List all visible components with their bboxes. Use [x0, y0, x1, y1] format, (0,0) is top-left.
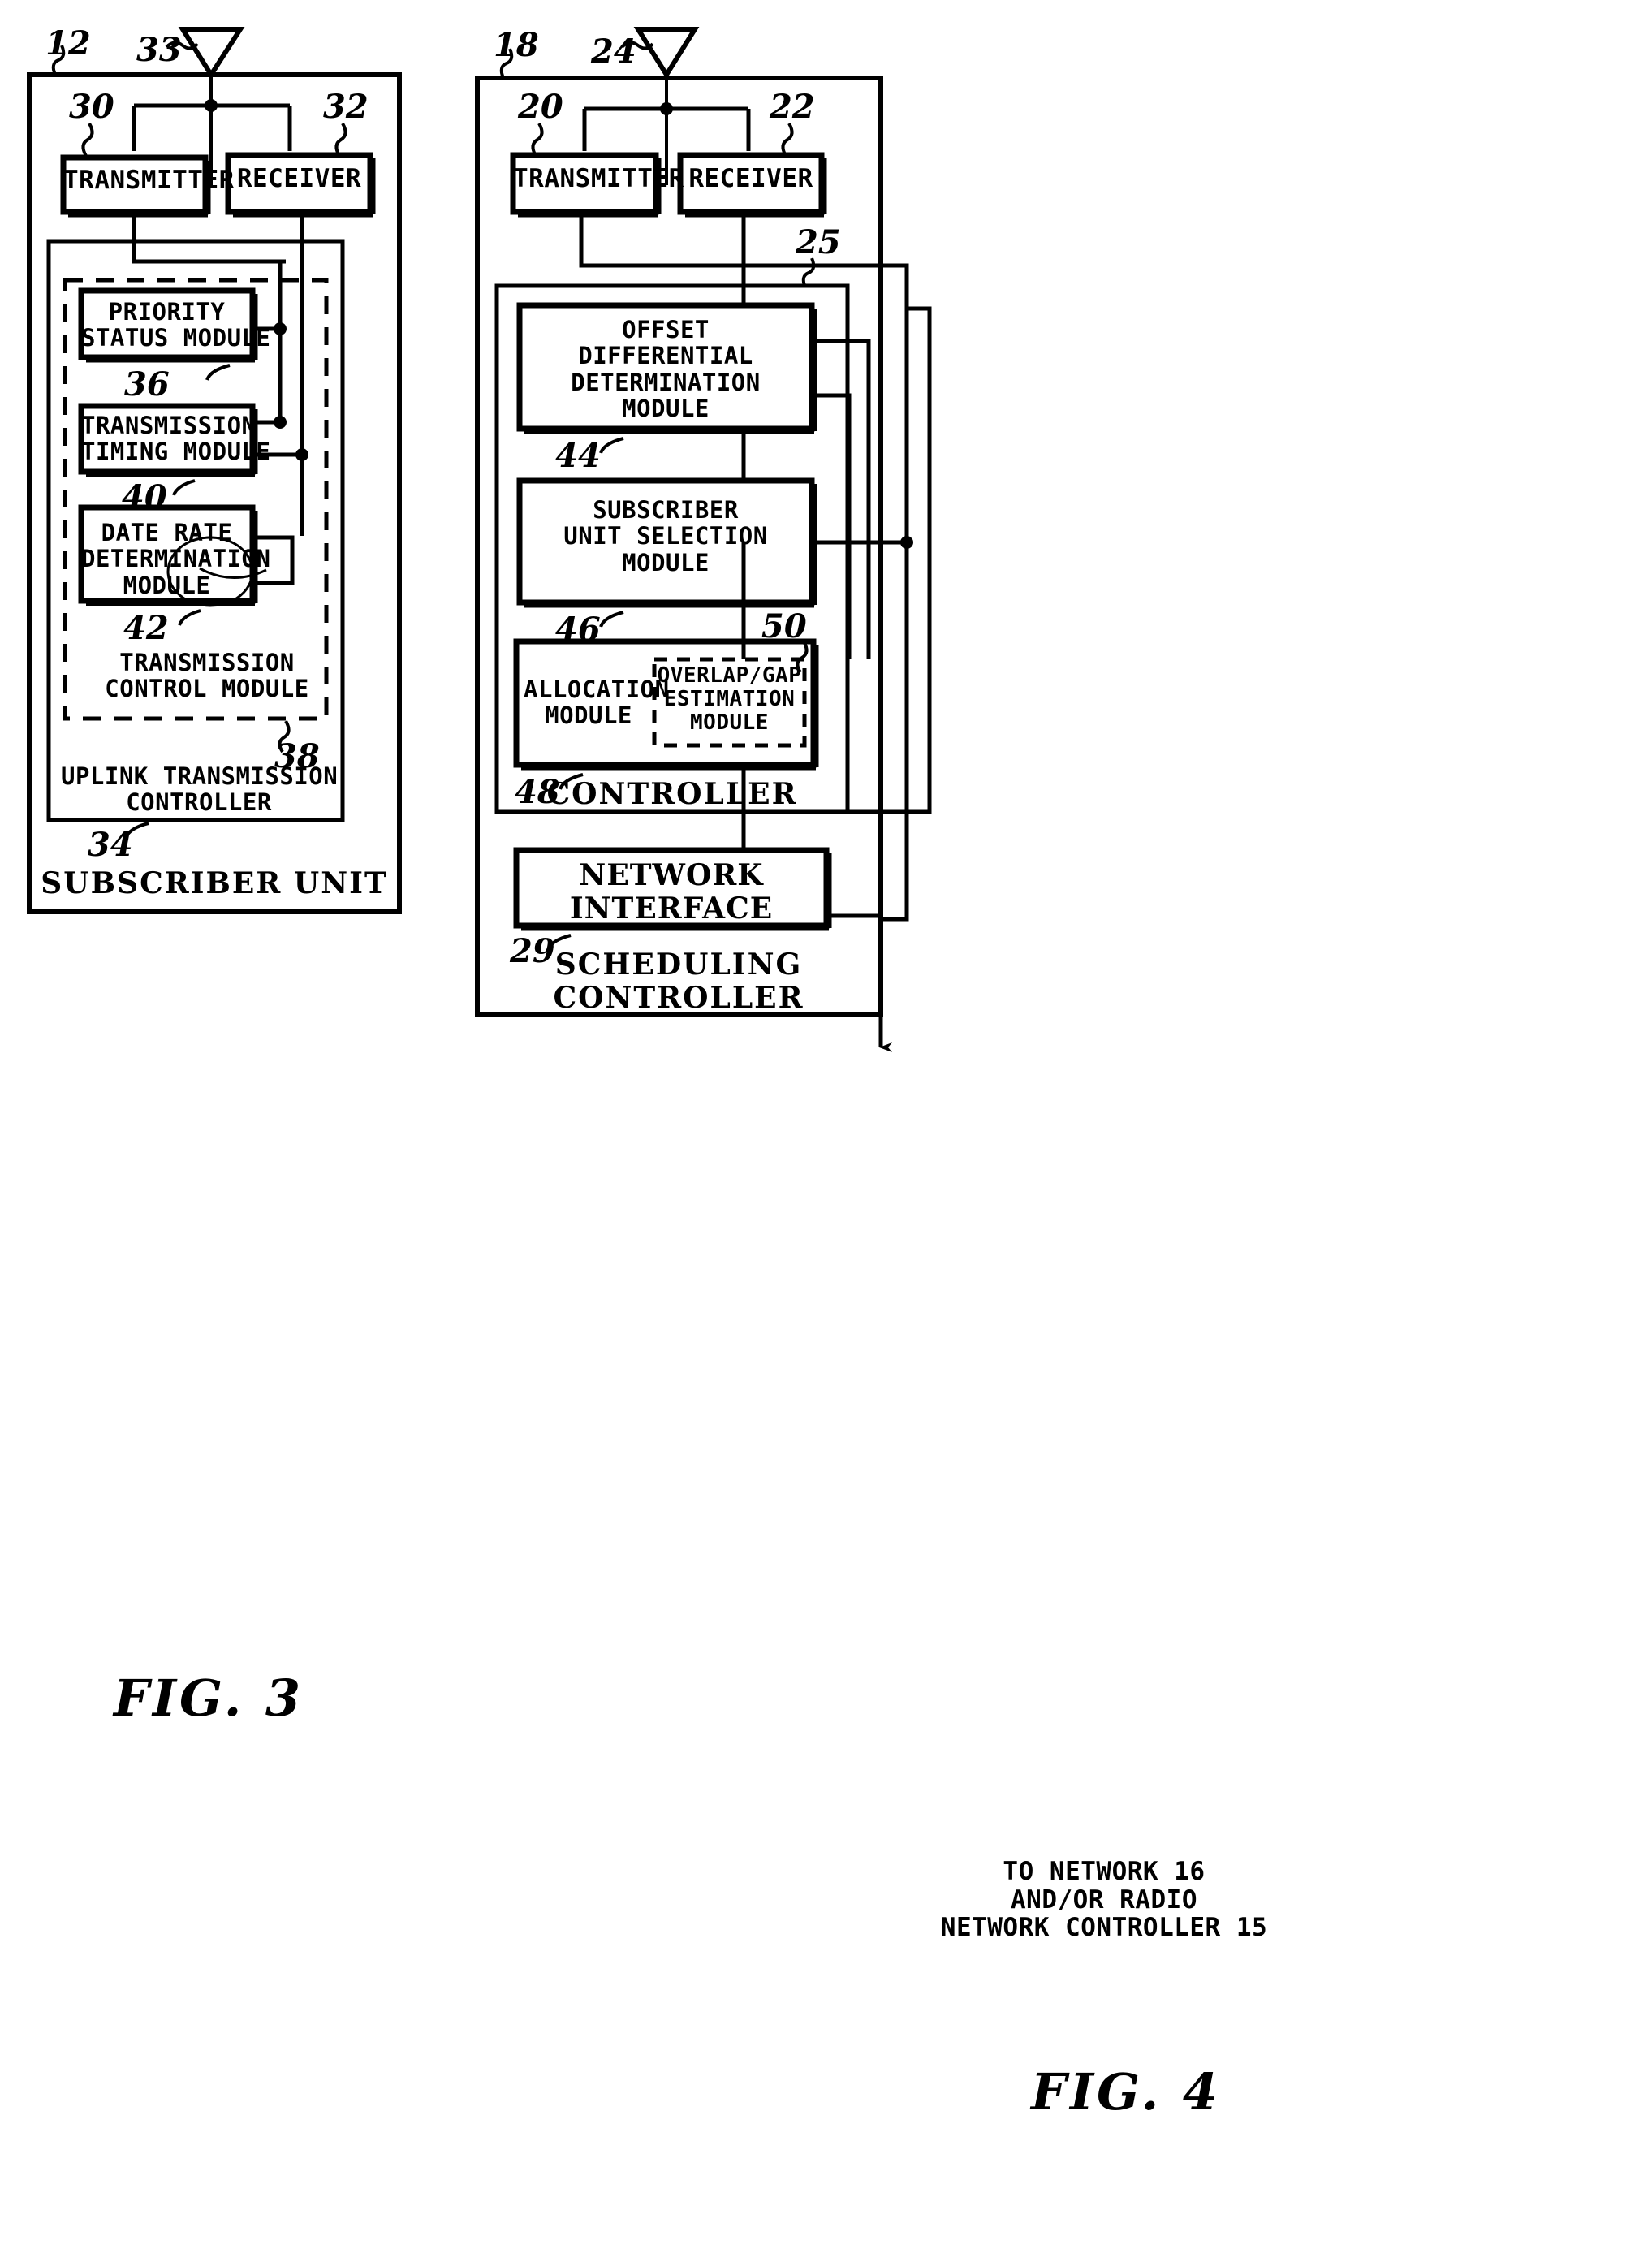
fig4-subscriber-unit-selection-module-label: SUBSCRIBER UNIT SELECTION MODULE — [563, 496, 768, 576]
fig3-priority-status-module-label: PRIORITY STATUS MODULE — [81, 298, 271, 352]
fig4-offset-differential-module-label: OFFSET DIFFERENTIAL DETERMINATION MODULE — [571, 316, 761, 423]
fig3-transmission-timing-module-label: TRANSMISSION TIMING MODULE — [81, 412, 271, 466]
ref-32: 32 — [323, 88, 369, 126]
fig3-subscriber-unit-label: SUBSCRIBER UNIT — [41, 866, 388, 900]
fig4-overlap-gap-module-label: OVERLAP/GAP ESTIMATION MODULE — [657, 663, 802, 736]
fig3-uplink-controller-label: UPLINK TRANSMISSION CONTROLLER — [61, 762, 339, 817]
ref-33: 33 — [136, 31, 182, 69]
fig4-output-note: TO NETWORK 16 AND/OR RADIO NETWORK CONTR… — [940, 1857, 1268, 1943]
ref-24: 24 — [591, 32, 636, 71]
ref-44: 44 — [555, 437, 601, 475]
fig4-allocation-module-label: ALLOCATION MODULE — [524, 676, 670, 730]
fig4-controller-label: CONTROLLER — [546, 777, 798, 811]
ref-46: 46 — [555, 611, 601, 649]
ref-18: 18 — [494, 26, 539, 64]
ref-12: 12 — [45, 24, 91, 63]
ref-22: 22 — [770, 88, 815, 126]
fig4-scheduling-controller-label: SCHEDULING CONTROLLER — [553, 948, 804, 1016]
fig3-transmitter-label: TRANSMITTER — [63, 166, 235, 195]
ref-20: 20 — [518, 88, 563, 126]
ref-36: 36 — [124, 365, 170, 404]
fig3-title: FIG. 3 — [114, 1668, 304, 1728]
fig4-network-interface-label: NETWORK INTERFACE — [569, 858, 774, 926]
ref-50: 50 — [761, 607, 807, 645]
patent-drawing-sheet: 12 33 30 32 TRANSMITTER RECEIVER PRIORIT… — [0, 0, 1652, 2249]
fig4-transmitter-label: TRANSMITTER — [513, 164, 684, 193]
fig4-receiver-label: RECEIVER — [688, 164, 813, 193]
ref-34: 34 — [88, 826, 133, 864]
ref-42: 42 — [123, 609, 169, 647]
fig3-data-rate-module-label: DATE RATE DETERMINATION MODULE — [81, 519, 271, 599]
fig3-transmission-control-module-label: TRANSMISSION CONTROL MODULE — [105, 649, 309, 703]
ref-40: 40 — [122, 478, 167, 516]
ref-30: 30 — [69, 88, 114, 126]
fig3-receiver-label: RECEIVER — [236, 164, 362, 193]
ref-25: 25 — [796, 223, 841, 261]
fig4-title: FIG. 4 — [1031, 2062, 1222, 2122]
